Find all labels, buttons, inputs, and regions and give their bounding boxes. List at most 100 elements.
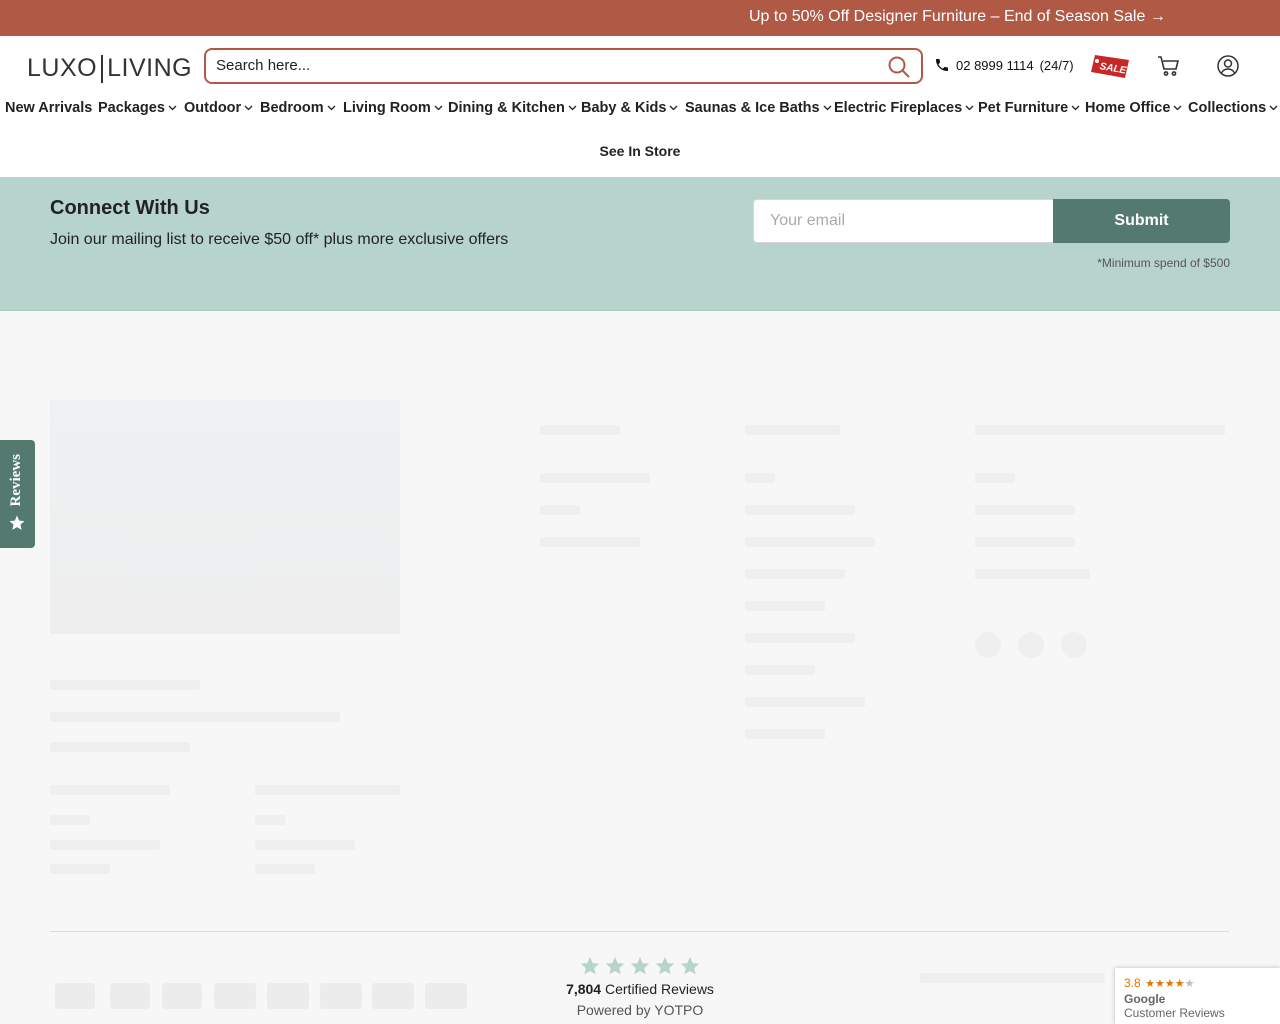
star-icon: ★ (1174, 978, 1185, 990)
footer-link[interactable] (540, 537, 640, 547)
nav-item-home-office[interactable]: Home Office (1085, 100, 1182, 116)
footer-link[interactable] (745, 537, 875, 547)
sale-tag-icon: SALE (1091, 55, 1129, 78)
nav-item-label: Living Room (343, 100, 431, 116)
star-icon (605, 956, 625, 975)
logo-divider (101, 54, 104, 83)
cart-icon (1158, 56, 1180, 76)
phone-icon (936, 59, 948, 71)
nav-item-saunas-ice-baths[interactable]: Saunas & Ice Baths (685, 100, 832, 116)
nav-item-label: Outdoor (184, 100, 242, 116)
see-in-store-label: See In Store (599, 143, 681, 159)
footer-hours-line (50, 840, 160, 850)
footer-link[interactable] (975, 473, 1015, 483)
footer-divider (50, 931, 1229, 932)
search-input[interactable] (216, 57, 856, 74)
star-icon: ★ (1155, 978, 1165, 990)
nav-item-new-arrivals[interactable]: New Arrivals (5, 100, 92, 116)
footer-link[interactable] (745, 697, 865, 707)
footer-link[interactable] (745, 665, 815, 675)
footer-link[interactable] (745, 505, 855, 515)
search-icon[interactable] (887, 55, 911, 79)
footer-link[interactable] (745, 569, 845, 579)
footer-store-address (50, 712, 340, 722)
chevron-down-icon (669, 105, 678, 111)
nav-item-label: Electric Fireplaces (834, 100, 963, 116)
footer-link[interactable] (540, 473, 650, 483)
nav-item-dining-kitchen[interactable]: Dining & Kitchen (448, 100, 577, 116)
phone-link[interactable]: 02 8999 1114 (24/7) (934, 57, 1074, 73)
mastercard-icon (162, 983, 202, 1009)
main-nav: New Arrivals Packages Outdoor Bedroom Li… (0, 100, 1280, 118)
search-box (204, 48, 923, 84)
star-icon: ★ (1164, 978, 1175, 990)
yotpo-stars (540, 955, 740, 977)
nav-item-bedroom[interactable]: Bedroom (260, 100, 336, 116)
footer-hours-heading (255, 785, 400, 795)
nav-item-label: Baby & Kids (581, 100, 667, 116)
yotpo-count-suffix: Certified Reviews (605, 981, 714, 997)
afterpay-icon (214, 983, 256, 1009)
google-rating: 3.8 (1124, 976, 1141, 990)
footer-link[interactable] (745, 473, 775, 483)
yotpo-powered-by: Powered by YOTPO (576, 1002, 704, 1018)
star-icon (580, 956, 600, 975)
logo[interactable]: LUXO LIVING (27, 54, 192, 83)
minimum-spend-note: *Minimum spend of $500 (1097, 256, 1230, 270)
nav-item-pet-furniture[interactable]: Pet Furniture (978, 100, 1080, 116)
chevron-down-icon (327, 105, 336, 111)
newsletter-subtitle: Join our mailing list to receive $50 off… (50, 231, 509, 248)
nav-item-living-room[interactable]: Living Room (343, 100, 443, 116)
sale-link[interactable]: SALE (1089, 52, 1133, 85)
reviews-tab-label: Reviews (8, 454, 24, 507)
stripe-icon (320, 983, 362, 1009)
chevron-down-icon (1173, 105, 1182, 111)
reviews-side-tab[interactable]: Reviews (0, 440, 35, 548)
footer-store-heading (50, 680, 200, 690)
logo-left: LUXO (27, 54, 98, 82)
google-reviews-badge[interactable]: 3.8 ★★★★★ Google Customer Reviews (1115, 968, 1280, 1024)
paypal-icon (267, 983, 309, 1009)
nav-item-electric-fireplaces[interactable]: Electric Fireplaces (834, 100, 974, 116)
site-header: LUXO LIVING 02 8999 1114 (24/7) SALE (0, 36, 1280, 177)
cart-button[interactable] (1157, 55, 1181, 82)
footer-hours-line (255, 840, 355, 850)
nav-item-label: Packages (98, 100, 165, 116)
star-icon: ★ (1184, 978, 1195, 990)
social-icon[interactable] (1018, 632, 1044, 658)
nav-item-packages[interactable]: Packages (98, 100, 177, 116)
social-icon[interactable] (975, 632, 1001, 658)
footer-link[interactable] (975, 505, 1075, 515)
email-field[interactable] (770, 212, 1030, 230)
nav-item-collections[interactable]: Collections (1188, 100, 1278, 116)
footer-link[interactable] (745, 729, 825, 739)
star-icon (9, 515, 25, 530)
announcement-text[interactable]: Up to 50% Off Designer Furniture – End o… (749, 8, 1166, 26)
star-icon: ★ (1145, 978, 1156, 990)
social-icon[interactable] (1061, 632, 1087, 658)
nav-item-baby-kids[interactable]: Baby & Kids (581, 100, 678, 116)
footer-store-phone (50, 742, 190, 752)
submit-button[interactable]: Submit (1053, 199, 1230, 243)
nav-item-see-in-store[interactable]: See In Store (0, 143, 1280, 159)
nav-item-label: Saunas & Ice Baths (685, 100, 820, 116)
account-button[interactable] (1216, 54, 1240, 83)
footer-hours-heading (50, 785, 170, 795)
nav-item-outdoor[interactable]: Outdoor (184, 100, 253, 116)
footer-link[interactable] (745, 633, 855, 643)
chevron-down-icon (1071, 105, 1080, 111)
footer-column-heading (540, 425, 620, 435)
yotpo-review-count: 7,804 Certified Reviews (540, 981, 740, 997)
newsletter-section: Connect With Us Join our mailing list to… (0, 177, 1280, 311)
amex-icon (55, 983, 95, 1009)
nav-item-label: Home Office (1085, 100, 1171, 116)
star-icon (630, 956, 650, 975)
yotpo-reviews[interactable]: 7,804 Certified Reviews Powered by YOTPO (540, 955, 740, 1018)
footer-column-heading (975, 425, 1225, 435)
footer-link[interactable] (745, 601, 825, 611)
footer-link[interactable] (540, 505, 580, 515)
announcement-bar[interactable]: Up to 50% Off Designer Furniture – End o… (0, 0, 1280, 36)
footer-link[interactable] (975, 537, 1075, 547)
footer-link[interactable] (975, 569, 1090, 579)
star-icon (680, 956, 700, 975)
